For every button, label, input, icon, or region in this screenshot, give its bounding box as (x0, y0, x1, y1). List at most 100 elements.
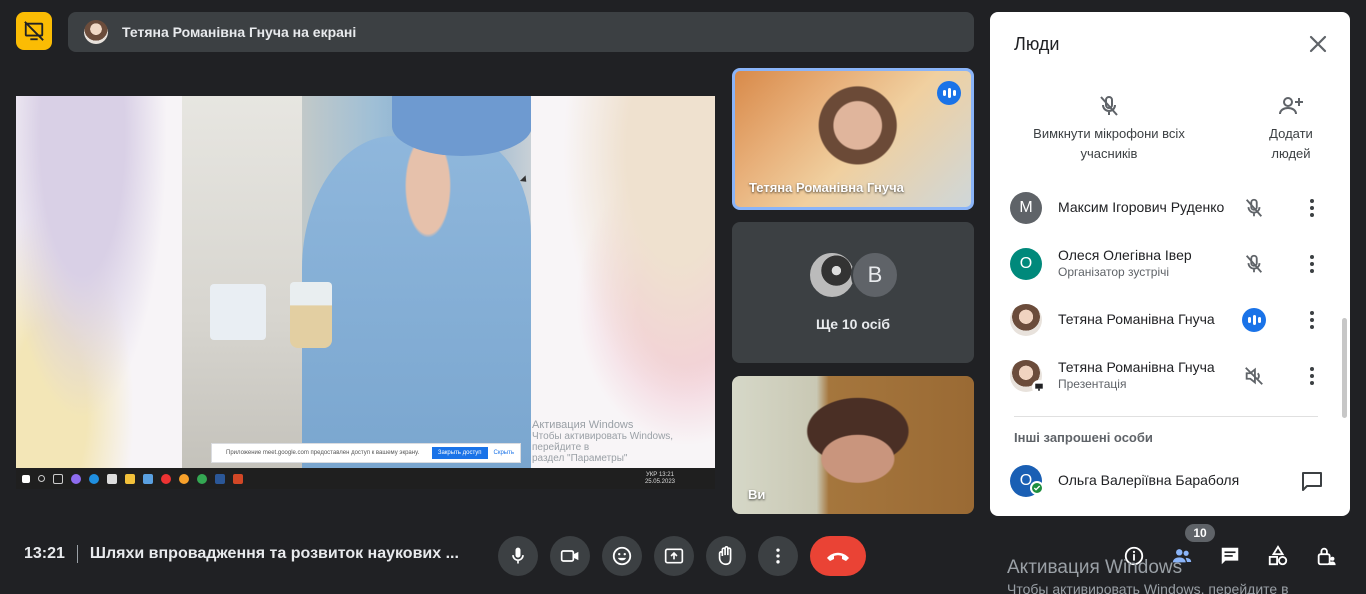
meeting-info: 13:21 Шляхи впровадження та розвиток нау… (24, 545, 459, 563)
word-icon[interactable] (215, 473, 225, 484)
more-vert-icon (1310, 311, 1314, 329)
mic-status (1242, 308, 1266, 332)
videocam-icon (560, 550, 579, 562)
raise-hand-button[interactable] (706, 536, 746, 576)
more-options-button[interactable] (1300, 252, 1324, 276)
people-panel: Люди Вимкнути мікрофони всіх учасників Д… (990, 12, 1350, 516)
self-view-tile[interactable]: Ви (732, 376, 974, 514)
avatar (1010, 304, 1042, 336)
app-icon[interactable] (71, 473, 81, 484)
leave-call-button[interactable] (810, 536, 866, 576)
presenter-figure (302, 136, 531, 468)
avatar: О (1010, 248, 1042, 280)
add-people-button[interactable]: Додати людей (1256, 92, 1326, 164)
lab-bag (210, 284, 266, 340)
presentation-off-icon (24, 21, 44, 41)
panel-scrollbar[interactable] (1342, 318, 1347, 418)
participant-tile-speaker[interactable]: Тетяна Романівна Гнуча (732, 68, 974, 210)
mic-off-icon (1245, 198, 1263, 217)
hide-notification-button[interactable]: Скрыть (494, 450, 520, 456)
volume-off-icon (1245, 367, 1263, 385)
participant-row[interactable]: Тетяна Романівна Гнуча Презентація (1010, 356, 1330, 396)
more-vert-icon (776, 548, 780, 564)
mic-status[interactable] (1242, 196, 1266, 220)
powerpoint-icon[interactable] (233, 473, 243, 484)
mail-icon[interactable] (143, 473, 153, 484)
close-panel-button[interactable] (1306, 32, 1330, 56)
mic-status[interactable] (1242, 252, 1266, 276)
share-notification: Приложение meet.google.com предоставлен … (211, 443, 521, 463)
reactions-button[interactable] (602, 536, 642, 576)
lab-jar (290, 282, 332, 348)
search-icon[interactable] (38, 475, 45, 482)
chrome-icon[interactable] (197, 473, 207, 484)
speaking-indicator-icon (937, 81, 961, 105)
presenter-cap (392, 96, 531, 156)
lab-shelf (182, 96, 302, 468)
store-icon[interactable] (107, 473, 117, 484)
participant-name: Олеся Олегівна Івер (1058, 247, 1192, 263)
opera-icon[interactable] (161, 473, 171, 484)
stop-presenting-button[interactable] (16, 12, 52, 50)
meeting-title[interactable]: Шляхи впровадження та розвиток наукових … (90, 545, 459, 563)
call-end-icon (827, 552, 849, 561)
presenting-title: Тетяна Романівна Гнуча на екрані (122, 24, 357, 40)
more-options-button[interactable] (1300, 364, 1324, 388)
taskbar-clock: УКР 13:21 25.05.2023 (644, 471, 675, 485)
avatar (84, 20, 108, 44)
speaking-indicator-icon (1242, 308, 1266, 332)
avatar: М (1010, 192, 1042, 224)
panel-title: Люди (1014, 34, 1060, 54)
windows-start-icon[interactable] (22, 474, 30, 483)
mic-off-icon (1100, 96, 1118, 116)
shared-video-feed (182, 96, 531, 468)
present-button[interactable] (654, 536, 694, 576)
presenting-banner: Тетяна Романівна Гнуча на екрані (68, 12, 974, 52)
present-to-all-icon (664, 548, 684, 564)
tile-name: Тетяна Романівна Гнуча (749, 180, 904, 195)
host-controls-button[interactable] (1314, 540, 1338, 572)
browser-icon[interactable] (179, 473, 189, 484)
camera-button[interactable] (550, 536, 590, 576)
participant-role: Організатор зустрічі (1058, 265, 1170, 279)
screen-share-view: Активация Windows Чтобы активировать Win… (16, 96, 715, 489)
mute-all-button[interactable]: Вимкнути мікрофони всіх учасників (1016, 92, 1202, 164)
hand-icon (718, 546, 732, 566)
windows-taskbar: УКР 13:21 25.05.2023 (16, 468, 715, 489)
mic-off-icon (1245, 254, 1263, 273)
more-options-button[interactable] (1300, 308, 1324, 332)
stop-sharing-button[interactable]: Закрыть доступ (431, 447, 488, 459)
avatar: В (851, 251, 899, 299)
participant-row[interactable]: О Олеся Олегівна Івер Організатор зустрі… (1010, 244, 1330, 284)
desktop-wallpaper-right (531, 96, 715, 468)
invited-row[interactable]: О Ольга Валеріївна Бараболя (1010, 461, 1330, 501)
microphone-button[interactable] (498, 536, 538, 576)
separator (76, 545, 78, 563)
participant-name: Ольга Валеріївна Бараболя (1058, 472, 1240, 488)
tile-name: Ви (748, 487, 766, 502)
close-icon (1309, 35, 1327, 53)
meeting-time: 13:21 (24, 545, 65, 562)
more-vert-icon (1310, 367, 1314, 385)
call-controls (498, 536, 866, 576)
participant-name: Тетяна Романівна Гнуча (1058, 359, 1215, 375)
message-button[interactable] (1300, 469, 1324, 493)
task-view-icon[interactable] (53, 473, 63, 484)
presentation-badge-icon (1032, 380, 1046, 394)
invited-section-title: Інші запрошені особи (1014, 430, 1153, 445)
participant-role: Презентація (1058, 377, 1127, 391)
check-icon (1030, 481, 1044, 495)
explorer-icon[interactable] (125, 473, 135, 484)
participant-row[interactable]: Тетяна Романівна Гнуча (1010, 300, 1330, 340)
desktop-wallpaper-left (16, 96, 182, 468)
more-options-button[interactable] (1300, 196, 1324, 220)
participant-row[interactable]: М Максим Ігорович Руденко (1010, 188, 1330, 228)
windows-activation-watermark: Активация Windows Чтобы активировать Win… (532, 419, 674, 465)
more-options-button[interactable] (758, 536, 798, 576)
more-participants-tile[interactable]: В Ще 10 осіб (732, 222, 974, 363)
edge-icon[interactable] (89, 473, 99, 484)
more-vert-icon (1310, 199, 1314, 217)
windows-activation-watermark: Активация Windows Чтобы активировать Win… (1007, 557, 1289, 594)
avatar (808, 251, 856, 299)
mic-status[interactable] (1242, 364, 1266, 388)
